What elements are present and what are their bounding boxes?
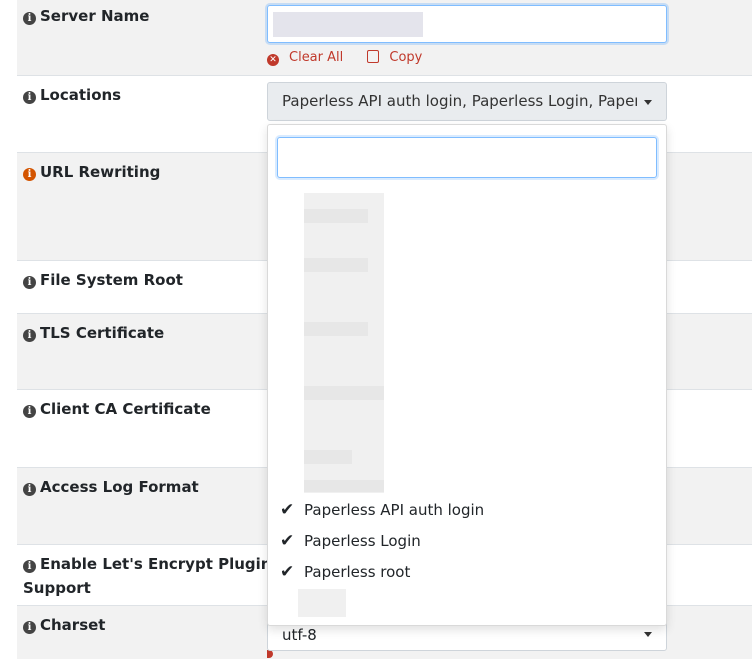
url-rewriting-label: i URL Rewriting — [23, 160, 160, 184]
obscured-row — [304, 450, 352, 464]
charset-label: i Charset — [23, 613, 105, 637]
locations-select[interactable]: Paperless API auth login, Paperless Logi… — [267, 82, 667, 121]
obscured-row — [304, 480, 384, 492]
obscured-row — [304, 386, 384, 400]
access-log-format-label: i Access Log Format — [23, 475, 199, 499]
client-ca-certificate-label: i Client CA Certificate — [23, 397, 211, 421]
obscured-row — [304, 209, 368, 223]
dropdown-item[interactable]: ✔ Paperless Login — [268, 526, 666, 556]
obscured-row — [304, 322, 368, 336]
info-icon[interactable]: i — [23, 91, 36, 104]
locations-dropdown-menu: ✔ Paperless API auth login ✔ Paperless L… — [267, 124, 667, 626]
server-name-input[interactable] — [267, 5, 667, 43]
dropdown-item[interactable]: ✔ Paperless root — [268, 557, 666, 587]
obscured-row — [304, 258, 368, 272]
clear-all-link[interactable]: ✕ Clear All — [267, 50, 353, 66]
check-icon: ✔ — [280, 562, 295, 582]
check-icon: ✔ — [280, 500, 295, 520]
info-icon[interactable]: i — [23, 405, 36, 418]
copy-icon — [367, 50, 380, 63]
lets-encrypt-label: i Enable Let's Encrypt Plugin Support — [23, 555, 272, 597]
info-icon[interactable]: i — [23, 483, 36, 496]
check-icon: ✔ — [280, 531, 295, 551]
times-circle-icon: ✕ — [267, 54, 279, 66]
info-icon[interactable]: i — [23, 560, 36, 573]
caret-down-icon — [644, 100, 652, 105]
tls-certificate-label: i TLS Certificate — [23, 321, 164, 345]
info-icon[interactable]: i — [23, 12, 36, 25]
dropdown-search-input[interactable] — [277, 137, 657, 178]
server-name-label: i Server Name — [23, 4, 149, 28]
info-icon[interactable]: i — [23, 329, 36, 342]
obscured-row — [298, 589, 346, 617]
obscured-items — [304, 193, 384, 493]
obscured-value — [273, 12, 423, 37]
locations-label: i Locations — [23, 83, 121, 107]
info-icon[interactable]: i — [23, 276, 36, 289]
dropdown-item[interactable]: ✔ Paperless API auth login — [268, 495, 666, 525]
caret-down-icon — [644, 632, 652, 637]
info-icon[interactable]: i — [23, 621, 36, 634]
info-icon[interactable]: i — [23, 168, 36, 181]
copy-link[interactable]: Copy — [367, 50, 432, 65]
file-system-root-label: i File System Root — [23, 268, 183, 292]
server-name-actions: ✕ Clear All Copy — [267, 50, 442, 66]
